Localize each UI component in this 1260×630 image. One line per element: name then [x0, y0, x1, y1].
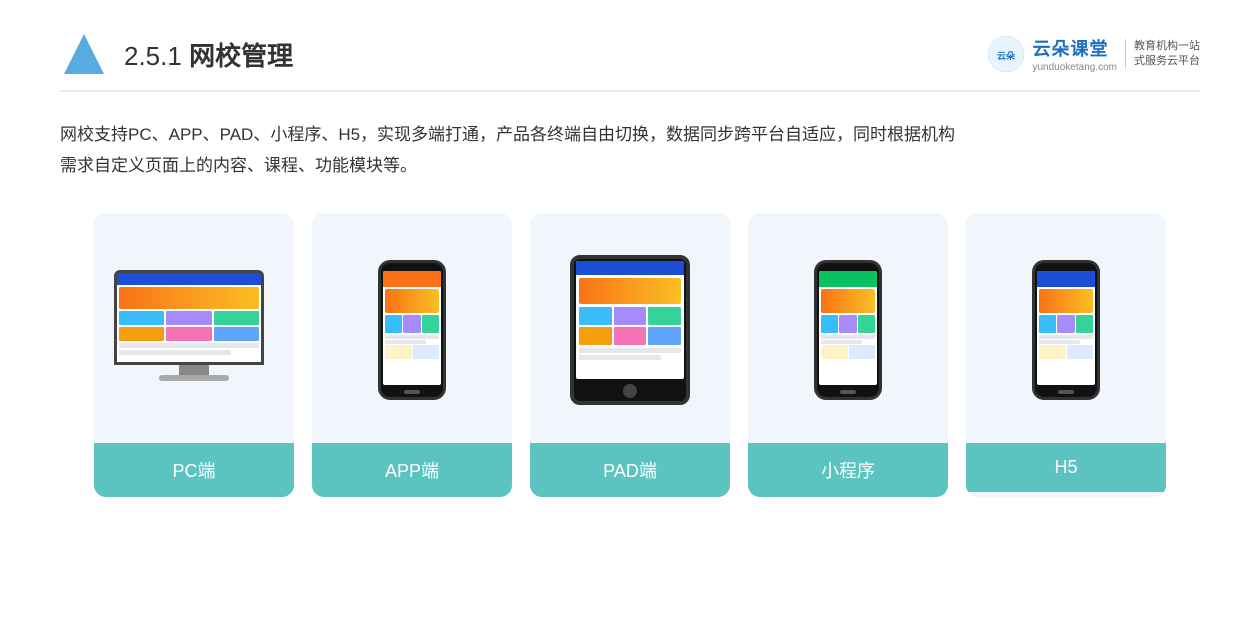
brand-slogan: 教育机构一站 式服务云平台: [1125, 39, 1200, 70]
pc-device: [114, 270, 274, 390]
page-title: 2.5.1 网校管理: [124, 36, 293, 73]
header: 2.5.1 网校管理 云朵 云朵课堂 yunduoketang.com 教育机构…: [60, 30, 1200, 92]
card-pc: PC端: [94, 213, 294, 497]
header-left: 2.5.1 网校管理: [60, 30, 293, 78]
brand-logo: 云朵 云朵课堂 yunduoketang.com 教育机构一站 式服务云平台: [988, 35, 1200, 73]
card-miniprogram-image: [748, 213, 948, 443]
cards-container: PC端: [60, 213, 1200, 497]
card-pc-image: [94, 213, 294, 443]
description: 网校支持PC、APP、PAD、小程序、H5，实现多端打通，产品各终端自由切换，数…: [60, 120, 1200, 181]
tablet-device: [570, 255, 690, 405]
brand-logo-img: 云朵: [988, 36, 1024, 72]
card-pad-label: PAD端: [530, 443, 730, 497]
brand-url: yunduoketang.com: [1032, 62, 1117, 73]
card-app: APP端: [312, 213, 512, 497]
card-app-image: [312, 213, 512, 443]
card-h5-label: H5: [966, 443, 1166, 492]
description-line1: 网校支持PC、APP、PAD、小程序、H5，实现多端打通，产品各终端自由切换，数…: [60, 120, 1200, 151]
logo-icon: [60, 30, 108, 78]
card-h5-image: [966, 213, 1166, 443]
card-miniprogram-label: 小程序: [748, 443, 948, 497]
phone-device-mini: [814, 260, 882, 400]
page-container: 2.5.1 网校管理 云朵 云朵课堂 yunduoketang.com 教育机构…: [0, 0, 1260, 630]
card-pc-label: PC端: [94, 443, 294, 497]
phone-device-h5: [1032, 260, 1100, 400]
card-pad: PAD端: [530, 213, 730, 497]
card-miniprogram: 小程序: [748, 213, 948, 497]
brand-name: 云朵课堂: [1032, 35, 1117, 61]
card-app-label: APP端: [312, 443, 512, 497]
svg-text:云朵: 云朵: [997, 51, 1016, 61]
phone-device-app: [378, 260, 446, 400]
description-line2: 需求自定义页面上的内容、课程、功能模块等。: [60, 151, 1200, 182]
card-h5: H5: [966, 213, 1166, 497]
brand-text: 云朵课堂 yunduoketang.com: [1032, 35, 1117, 73]
card-pad-image: [530, 213, 730, 443]
